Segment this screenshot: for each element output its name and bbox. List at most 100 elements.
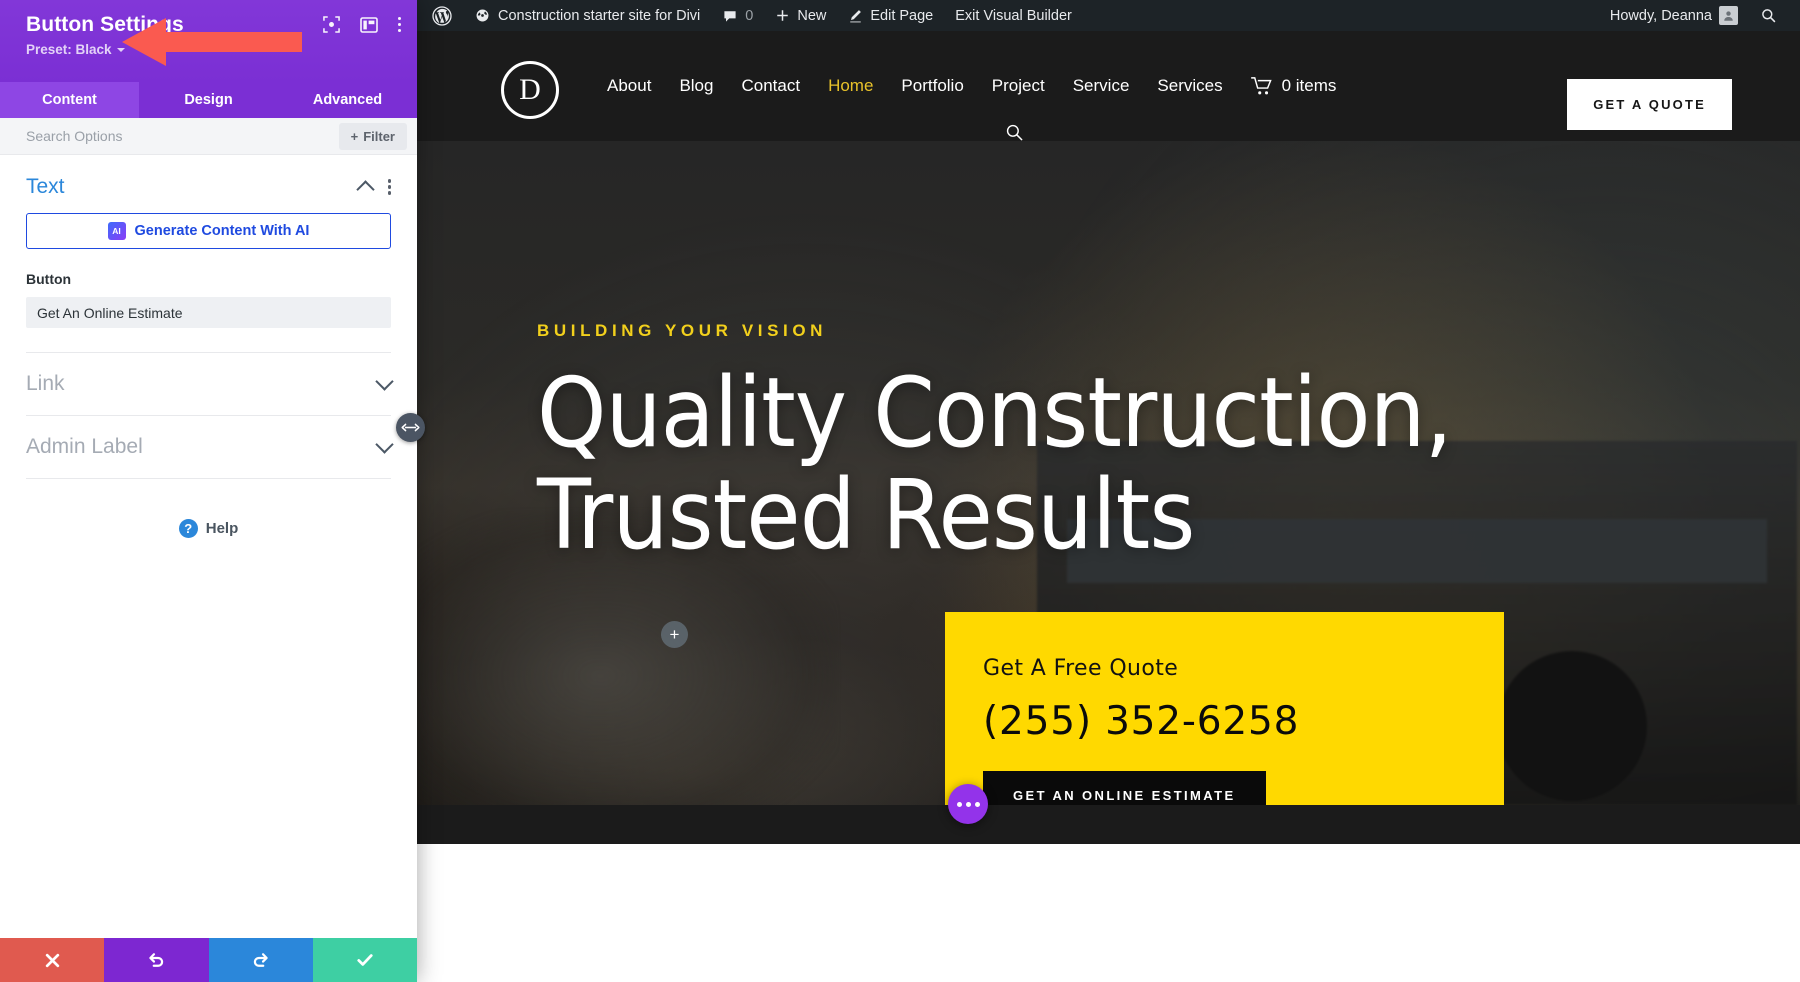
check-icon (357, 954, 373, 966)
fab-dot-2 (965, 801, 971, 807)
section-kebab-icon[interactable] (387, 179, 391, 195)
exit-builder-label: Exit Visual Builder (955, 7, 1072, 24)
redo-button[interactable] (208, 938, 313, 982)
new-label: New (797, 7, 827, 24)
dashboard-icon (476, 9, 489, 22)
hero-eyebrow: BUILDING YOUR VISION (537, 321, 828, 340)
filter-label: Filter (363, 128, 395, 144)
nav-item-services[interactable]: Services (1157, 76, 1222, 96)
admin-label-section-header[interactable]: Admin Label (26, 416, 394, 479)
hero-title-line-1: Quality Construction, (537, 357, 1453, 469)
preset-label: Preset: Black (26, 42, 112, 57)
tab-design[interactable]: Design (139, 82, 278, 118)
cart-items-label: 0 items (1281, 76, 1337, 95)
site-name-label: Construction starter site for Divi (498, 7, 701, 24)
generate-content-with-ai-button[interactable]: AI Generate Content With AI (26, 213, 391, 249)
fab-dot-1 (956, 801, 962, 807)
filter-button[interactable]: + Filter (338, 122, 407, 150)
site-header: D About Blog Contact Home Portfolio Proj… (417, 31, 1800, 141)
text-section-header[interactable]: Text (26, 155, 391, 213)
panel-tabs: Content Design Advanced (0, 82, 417, 118)
search-options-bar: + Filter (0, 118, 417, 155)
nav-item-home[interactable]: Home (828, 76, 873, 96)
hero-title: Quality Construction, Trusted Results (537, 357, 1699, 571)
fab-dot-3 (974, 801, 980, 807)
visual-builder-canvas: Construction starter site for Divi 0 New… (417, 0, 1800, 982)
comment-count: 0 (745, 7, 754, 24)
text-section: Text AI Generate Content With AI Button … (0, 155, 417, 538)
panel-header-icons (322, 16, 401, 33)
builder-settings-fab[interactable] (948, 784, 988, 824)
panel-footer (0, 938, 417, 982)
nav-item-blog[interactable]: Blog (679, 76, 713, 96)
nav-item-contact[interactable]: Contact (741, 76, 800, 96)
screen-root: Construction starter site for Divi 0 New… (0, 0, 1800, 982)
undo-button[interactable] (104, 938, 209, 982)
edit-page-menu[interactable]: Edit Page (837, 0, 944, 31)
ai-badge-icon: AI (107, 222, 126, 240)
hero-content: BUILDING YOUR VISION Quality Constructio… (417, 141, 1800, 567)
admin-bar-search-icon[interactable] (1749, 0, 1788, 31)
quote-card-label: Get A Free Quote (983, 656, 1179, 681)
chevron-down-icon (116, 47, 125, 52)
primary-navigation: About Blog Contact Home Portfolio Projec… (607, 76, 1336, 96)
text-section-controls (355, 178, 391, 199)
preset-selector[interactable]: Preset: Black (26, 42, 125, 57)
nav-item-portfolio[interactable]: Portfolio (901, 76, 963, 96)
divi-logo[interactable]: D (501, 61, 559, 119)
help-link[interactable]: ? Help (26, 479, 391, 538)
comment-icon (724, 10, 736, 22)
hero-section: BUILDING YOUR VISION Quality Constructio… (417, 141, 1800, 805)
tab-advanced[interactable]: Advanced (278, 82, 417, 118)
site-name-menu[interactable]: Construction starter site for Divi (463, 0, 711, 31)
button-text-input[interactable] (26, 297, 391, 328)
next-section-placeholder (417, 844, 1800, 982)
layout-toggle-icon[interactable] (359, 16, 378, 33)
panel-resize-handle[interactable] (396, 413, 425, 442)
panel-body: Text AI Generate Content With AI Button … (0, 155, 417, 938)
nav-item-project[interactable]: Project (992, 76, 1045, 96)
cancel-button[interactable] (0, 938, 105, 982)
chevron-down-icon[interactable] (375, 435, 394, 454)
text-section-title: Text (26, 175, 65, 198)
below-fold-area (417, 805, 1800, 982)
horizontal-resize-icon (401, 423, 420, 432)
tab-content[interactable]: Content (0, 82, 139, 118)
add-module-button[interactable]: + (661, 621, 688, 648)
question-mark-icon: ? (178, 519, 198, 538)
wordpress-logo-icon[interactable] (421, 0, 463, 31)
edit-page-label: Edit Page (870, 7, 934, 24)
new-content-menu[interactable]: New (764, 0, 837, 31)
module-settings-panel: Button Settings Preset: Black Content De… (0, 0, 417, 982)
account-menu[interactable]: Howdy, Deanna (1599, 0, 1749, 31)
help-label: Help (205, 520, 239, 537)
cart-icon (1250, 76, 1272, 94)
wp-admin-bar: Construction starter site for Divi 0 New… (417, 0, 1800, 31)
kebab-menu-icon[interactable] (397, 16, 401, 33)
close-icon (45, 953, 59, 967)
focus-icon[interactable] (322, 16, 340, 33)
chevron-down-icon[interactable] (375, 372, 394, 391)
search-input[interactable] (26, 128, 339, 144)
howdy-label: Howdy, Deanna (1609, 7, 1712, 24)
ai-button-label: Generate Content With AI (134, 223, 310, 239)
button-field-label: Button (26, 271, 72, 287)
nav-item-service[interactable]: Service (1073, 76, 1130, 96)
free-quote-card: Get A Free Quote (255) 352-6258 GET AN O… (945, 612, 1504, 805)
comments-menu[interactable]: 0 (711, 0, 764, 31)
plus-icon: + (350, 128, 359, 144)
cart-link[interactable]: 0 items (1250, 76, 1337, 96)
redo-icon (253, 952, 268, 967)
quote-card-phone[interactable]: (255) 352-6258 (983, 699, 1504, 744)
get-online-estimate-button[interactable]: GET AN ONLINE ESTIMATE (983, 771, 1266, 805)
nav-item-about[interactable]: About (607, 76, 651, 96)
save-button[interactable] (312, 938, 417, 982)
chevron-up-icon[interactable] (355, 180, 375, 199)
get-a-quote-button[interactable]: GET A QUOTE (1567, 79, 1732, 130)
link-section-header[interactable]: Link (26, 353, 394, 416)
panel-header: Button Settings Preset: Black (0, 0, 417, 82)
admin-label-section-title: Admin Label (26, 435, 143, 458)
pencil-icon (850, 10, 862, 23)
exit-visual-builder[interactable]: Exit Visual Builder (944, 0, 1083, 31)
hero-title-line-2: Trusted Results (537, 458, 1195, 571)
